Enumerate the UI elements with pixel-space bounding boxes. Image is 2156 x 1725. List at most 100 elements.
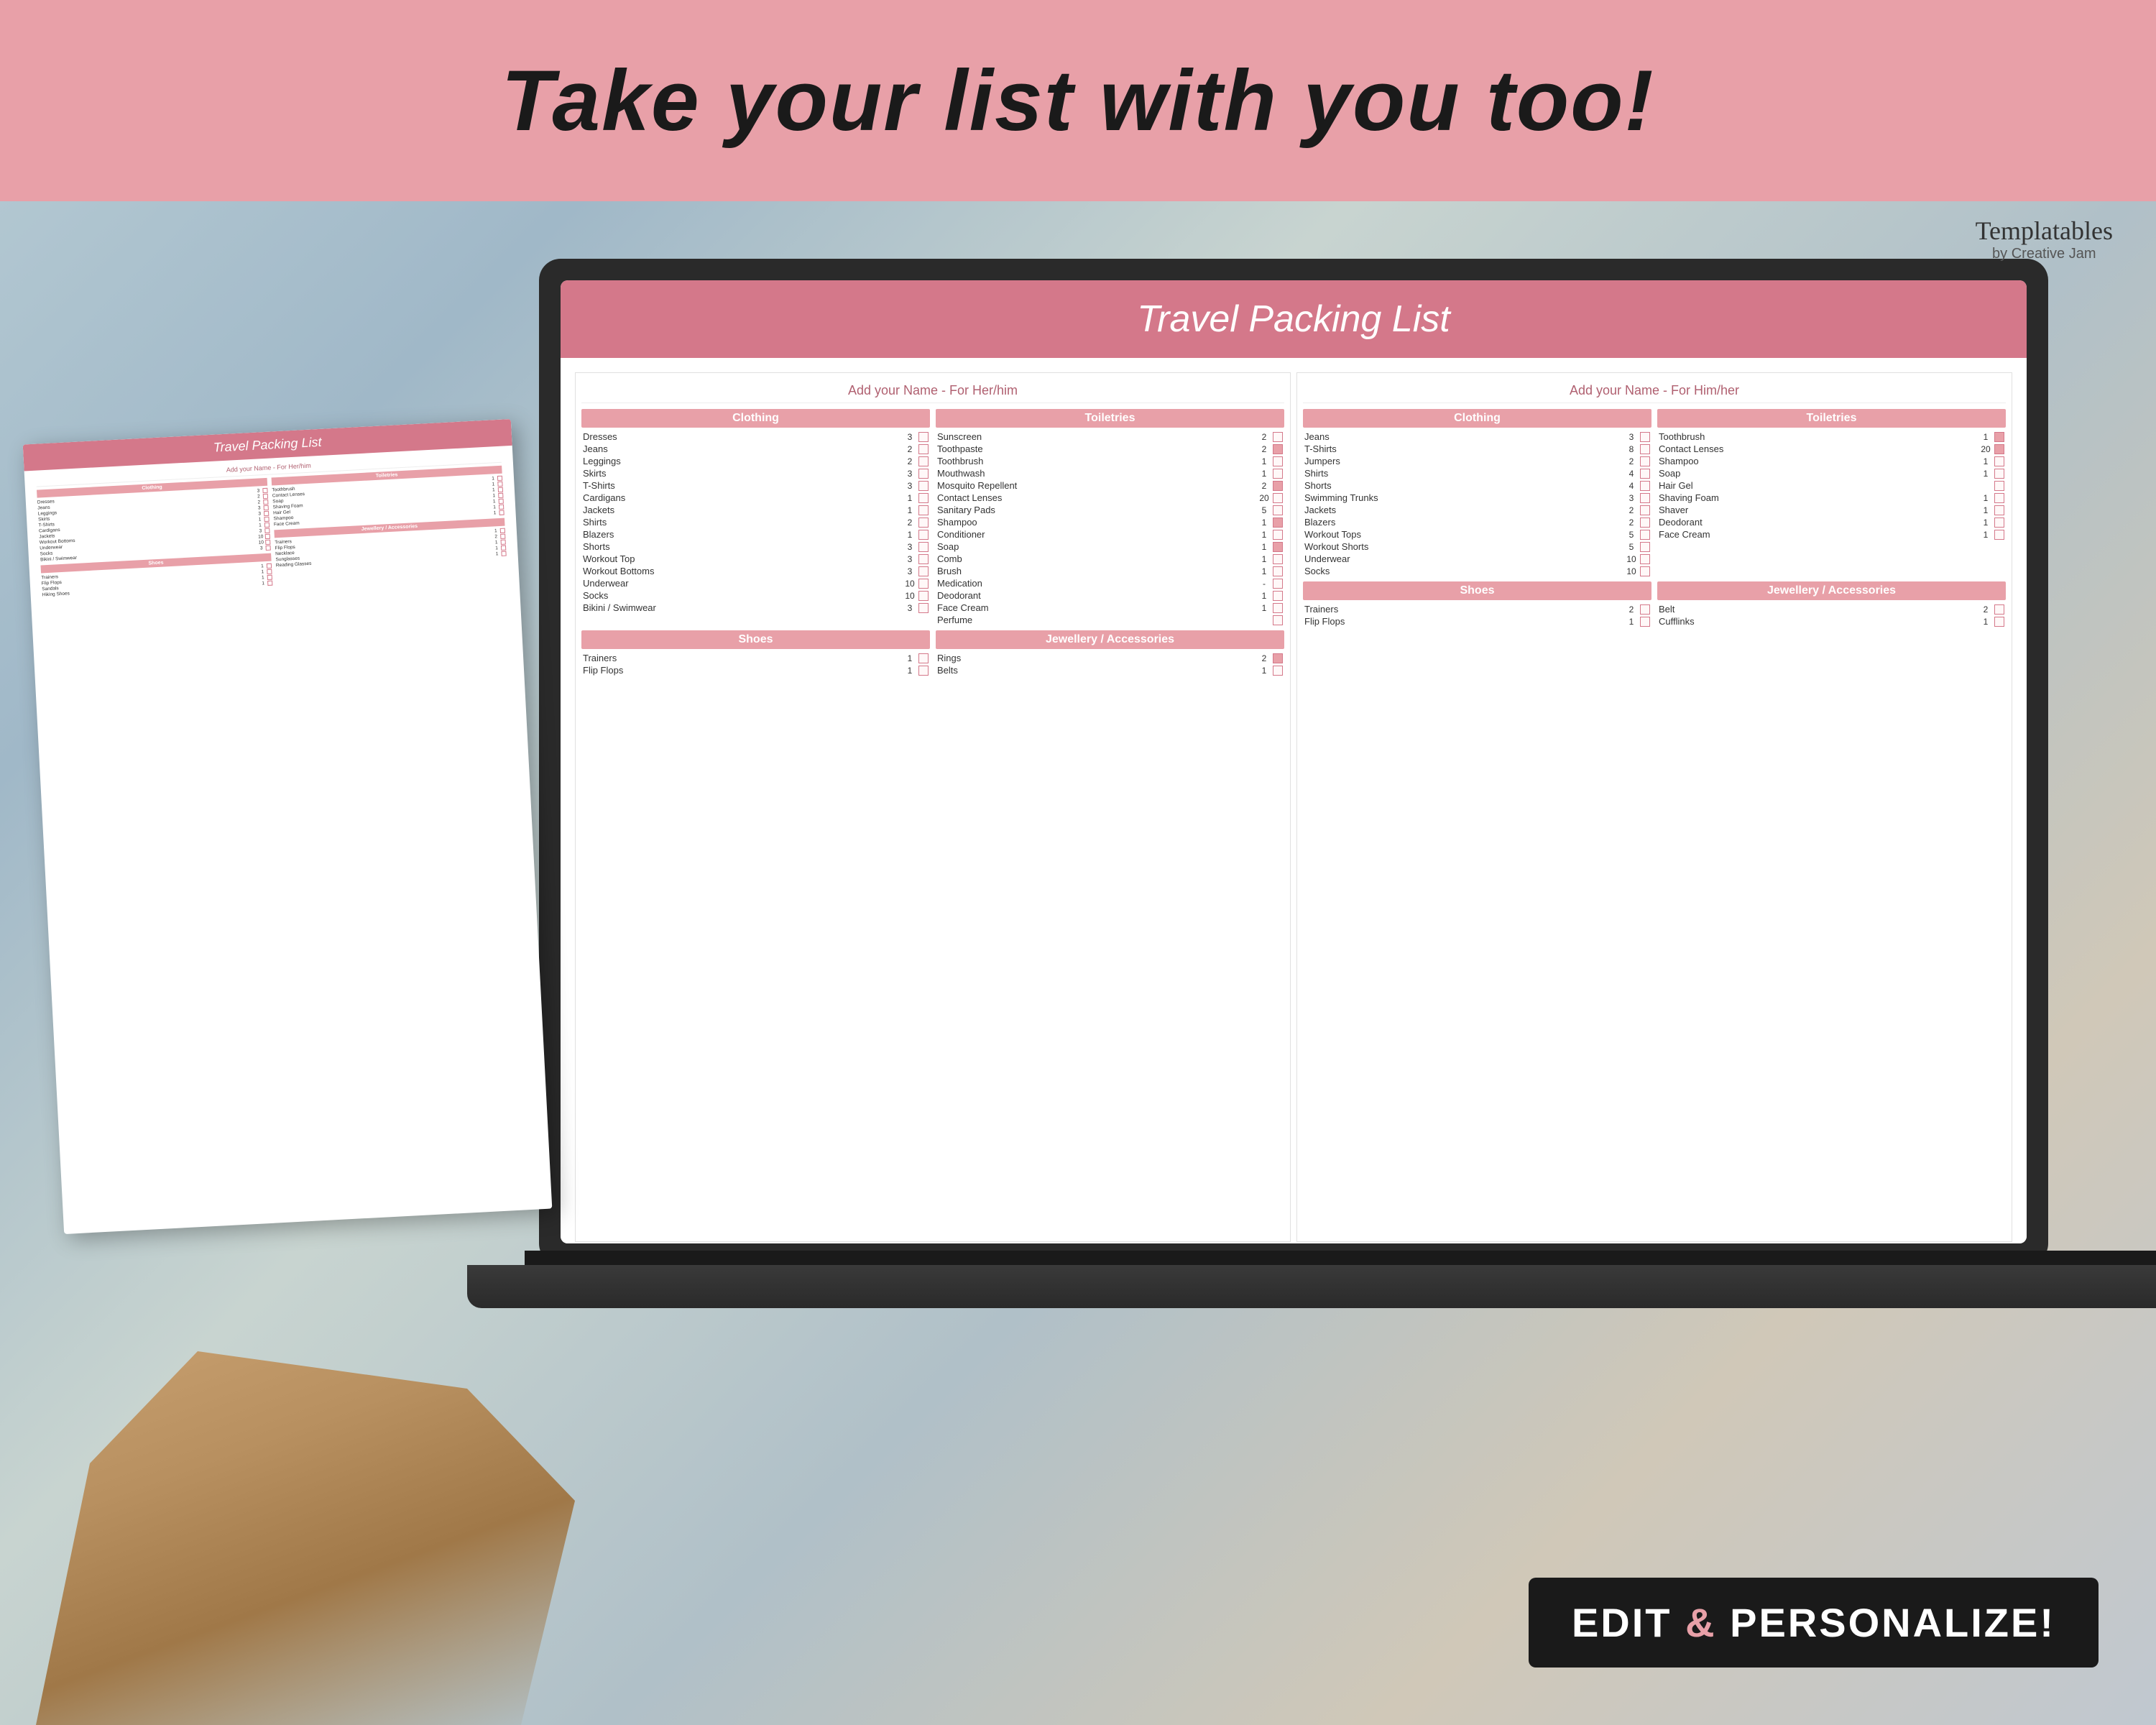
item-checkbox[interactable] [1640, 554, 1650, 564]
item-qty: 1 [1257, 469, 1271, 479]
her-clothing-title: Clothing [581, 409, 930, 428]
item-checkbox[interactable] [918, 554, 929, 564]
her-jewellery-title: Jewellery / Accessories [936, 630, 1284, 649]
item-name: T-Shirts [583, 480, 903, 491]
item-qty: 1 [903, 666, 917, 676]
item-checkbox[interactable] [918, 566, 929, 576]
item-checkbox[interactable] [1640, 604, 1650, 615]
item-checkbox[interactable] [1273, 469, 1283, 479]
item-checkbox[interactable] [1273, 566, 1283, 576]
item-checkbox[interactable] [1273, 542, 1283, 552]
item-checkbox[interactable] [1273, 615, 1283, 625]
item-checkbox[interactable] [1994, 481, 2004, 491]
list-item: Swimming Trunks 3 [1303, 492, 1651, 504]
item-checkbox[interactable] [1640, 505, 1650, 515]
item-checkbox[interactable] [1273, 591, 1283, 601]
list-item: Skirts 3 [581, 467, 930, 479]
item-checkbox[interactable] [1640, 518, 1650, 528]
item-name: Face Cream [1659, 529, 1978, 540]
item-checkbox[interactable] [918, 530, 929, 540]
item-checkbox[interactable] [1994, 469, 2004, 479]
item-qty: 1 [1257, 542, 1271, 552]
item-checkbox[interactable] [1273, 432, 1283, 442]
item-checkbox[interactable] [1640, 481, 1650, 491]
item-checkbox[interactable] [1994, 505, 2004, 515]
item-checkbox[interactable] [1273, 456, 1283, 466]
item-checkbox[interactable] [1640, 432, 1650, 442]
her-jewellery-section: Jewellery / Accessories Rings 2 Belts 1 [936, 630, 1284, 676]
item-name: Jumpers [1304, 456, 1624, 466]
item-checkbox[interactable] [1273, 518, 1283, 528]
item-qty: 1 [1978, 530, 1993, 540]
list-item: Face Cream 1 [1657, 528, 2006, 540]
item-checkbox[interactable] [1640, 469, 1650, 479]
item-name: Belts [937, 665, 1257, 676]
list-item: Contact Lenses 20 [1657, 443, 2006, 455]
item-checkbox[interactable] [918, 542, 929, 552]
item-checkbox[interactable] [1273, 481, 1283, 491]
item-checkbox[interactable] [1994, 456, 2004, 466]
item-checkbox[interactable] [1273, 493, 1283, 503]
item-checkbox[interactable] [1273, 653, 1283, 663]
item-checkbox[interactable] [1994, 617, 2004, 627]
item-checkbox[interactable] [1994, 444, 2004, 454]
item-checkbox[interactable] [918, 603, 929, 613]
item-checkbox[interactable] [918, 666, 929, 676]
screen-header: Travel Packing List [561, 280, 2027, 358]
item-checkbox[interactable] [1994, 530, 2004, 540]
item-checkbox[interactable] [918, 653, 929, 663]
item-checkbox[interactable] [1273, 444, 1283, 454]
item-checkbox[interactable] [918, 518, 929, 528]
item-name: Contact Lenses [1659, 443, 1978, 454]
item-qty: 1 [903, 530, 917, 540]
item-checkbox[interactable] [918, 432, 929, 442]
item-checkbox[interactable] [1273, 666, 1283, 676]
item-checkbox[interactable] [918, 444, 929, 454]
item-checkbox[interactable] [1994, 518, 2004, 528]
item-name: Shirts [583, 517, 903, 528]
his-toiletries-section: Toiletries Toothbrush 1 Contact Lenses 2… [1657, 409, 2006, 577]
list-item: Mosquito Repellent 2 [936, 479, 1284, 492]
her-shoes-list: Trainers 1 Flip Flops 1 [581, 652, 930, 676]
item-checkbox[interactable] [1640, 444, 1650, 454]
item-checkbox[interactable] [1640, 617, 1650, 627]
item-name: Rings [937, 653, 1257, 663]
item-name: Sanitary Pads [937, 505, 1257, 515]
item-checkbox[interactable] [1640, 493, 1650, 503]
item-checkbox[interactable] [1273, 530, 1283, 540]
list-item: Toothpaste 2 [936, 443, 1284, 455]
item-qty: 1 [1978, 469, 1993, 479]
item-checkbox[interactable] [1994, 493, 2004, 503]
item-name: Leggings [583, 456, 903, 466]
item-qty: 2 [1624, 604, 1639, 615]
item-checkbox[interactable] [918, 579, 929, 589]
item-qty: 1 [1257, 456, 1271, 466]
his-clothing-section: Clothing Jeans 3 T-Shirts 8 Jumpers 2 Sh… [1303, 409, 1651, 577]
item-checkbox[interactable] [918, 505, 929, 515]
item-checkbox[interactable] [1273, 554, 1283, 564]
item-checkbox[interactable] [1273, 505, 1283, 515]
item-checkbox[interactable] [918, 456, 929, 466]
item-name: Mosquito Repellent [937, 480, 1257, 491]
item-name: Bikini / Swimwear [583, 602, 903, 613]
item-checkbox[interactable] [1273, 579, 1283, 589]
item-name: Sunscreen [937, 431, 1257, 442]
item-qty: 2 [1257, 653, 1271, 663]
his-jewellery-section: Jewellery / Accessories Belt 2 Cufflinks… [1657, 581, 2006, 627]
item-name: Flip Flops [1304, 616, 1624, 627]
item-checkbox[interactable] [1640, 542, 1650, 552]
item-checkbox[interactable] [918, 493, 929, 503]
item-checkbox[interactable] [1640, 566, 1650, 576]
item-checkbox[interactable] [1273, 603, 1283, 613]
paper-col-2: Toiletries Toothbrush1 Contact Lenses1 S… [272, 466, 507, 586]
item-checkbox[interactable] [1640, 530, 1650, 540]
item-checkbox[interactable] [1994, 604, 2004, 615]
item-checkbox[interactable] [918, 469, 929, 479]
item-name: Blazers [1304, 517, 1624, 528]
item-checkbox[interactable] [918, 481, 929, 491]
item-checkbox[interactable] [1640, 456, 1650, 466]
edit-button[interactable]: EDIT & PERSONALIZE! [1529, 1578, 2099, 1668]
list-item: Leggings 2 [581, 455, 930, 467]
item-checkbox[interactable] [918, 591, 929, 601]
item-checkbox[interactable] [1994, 432, 2004, 442]
